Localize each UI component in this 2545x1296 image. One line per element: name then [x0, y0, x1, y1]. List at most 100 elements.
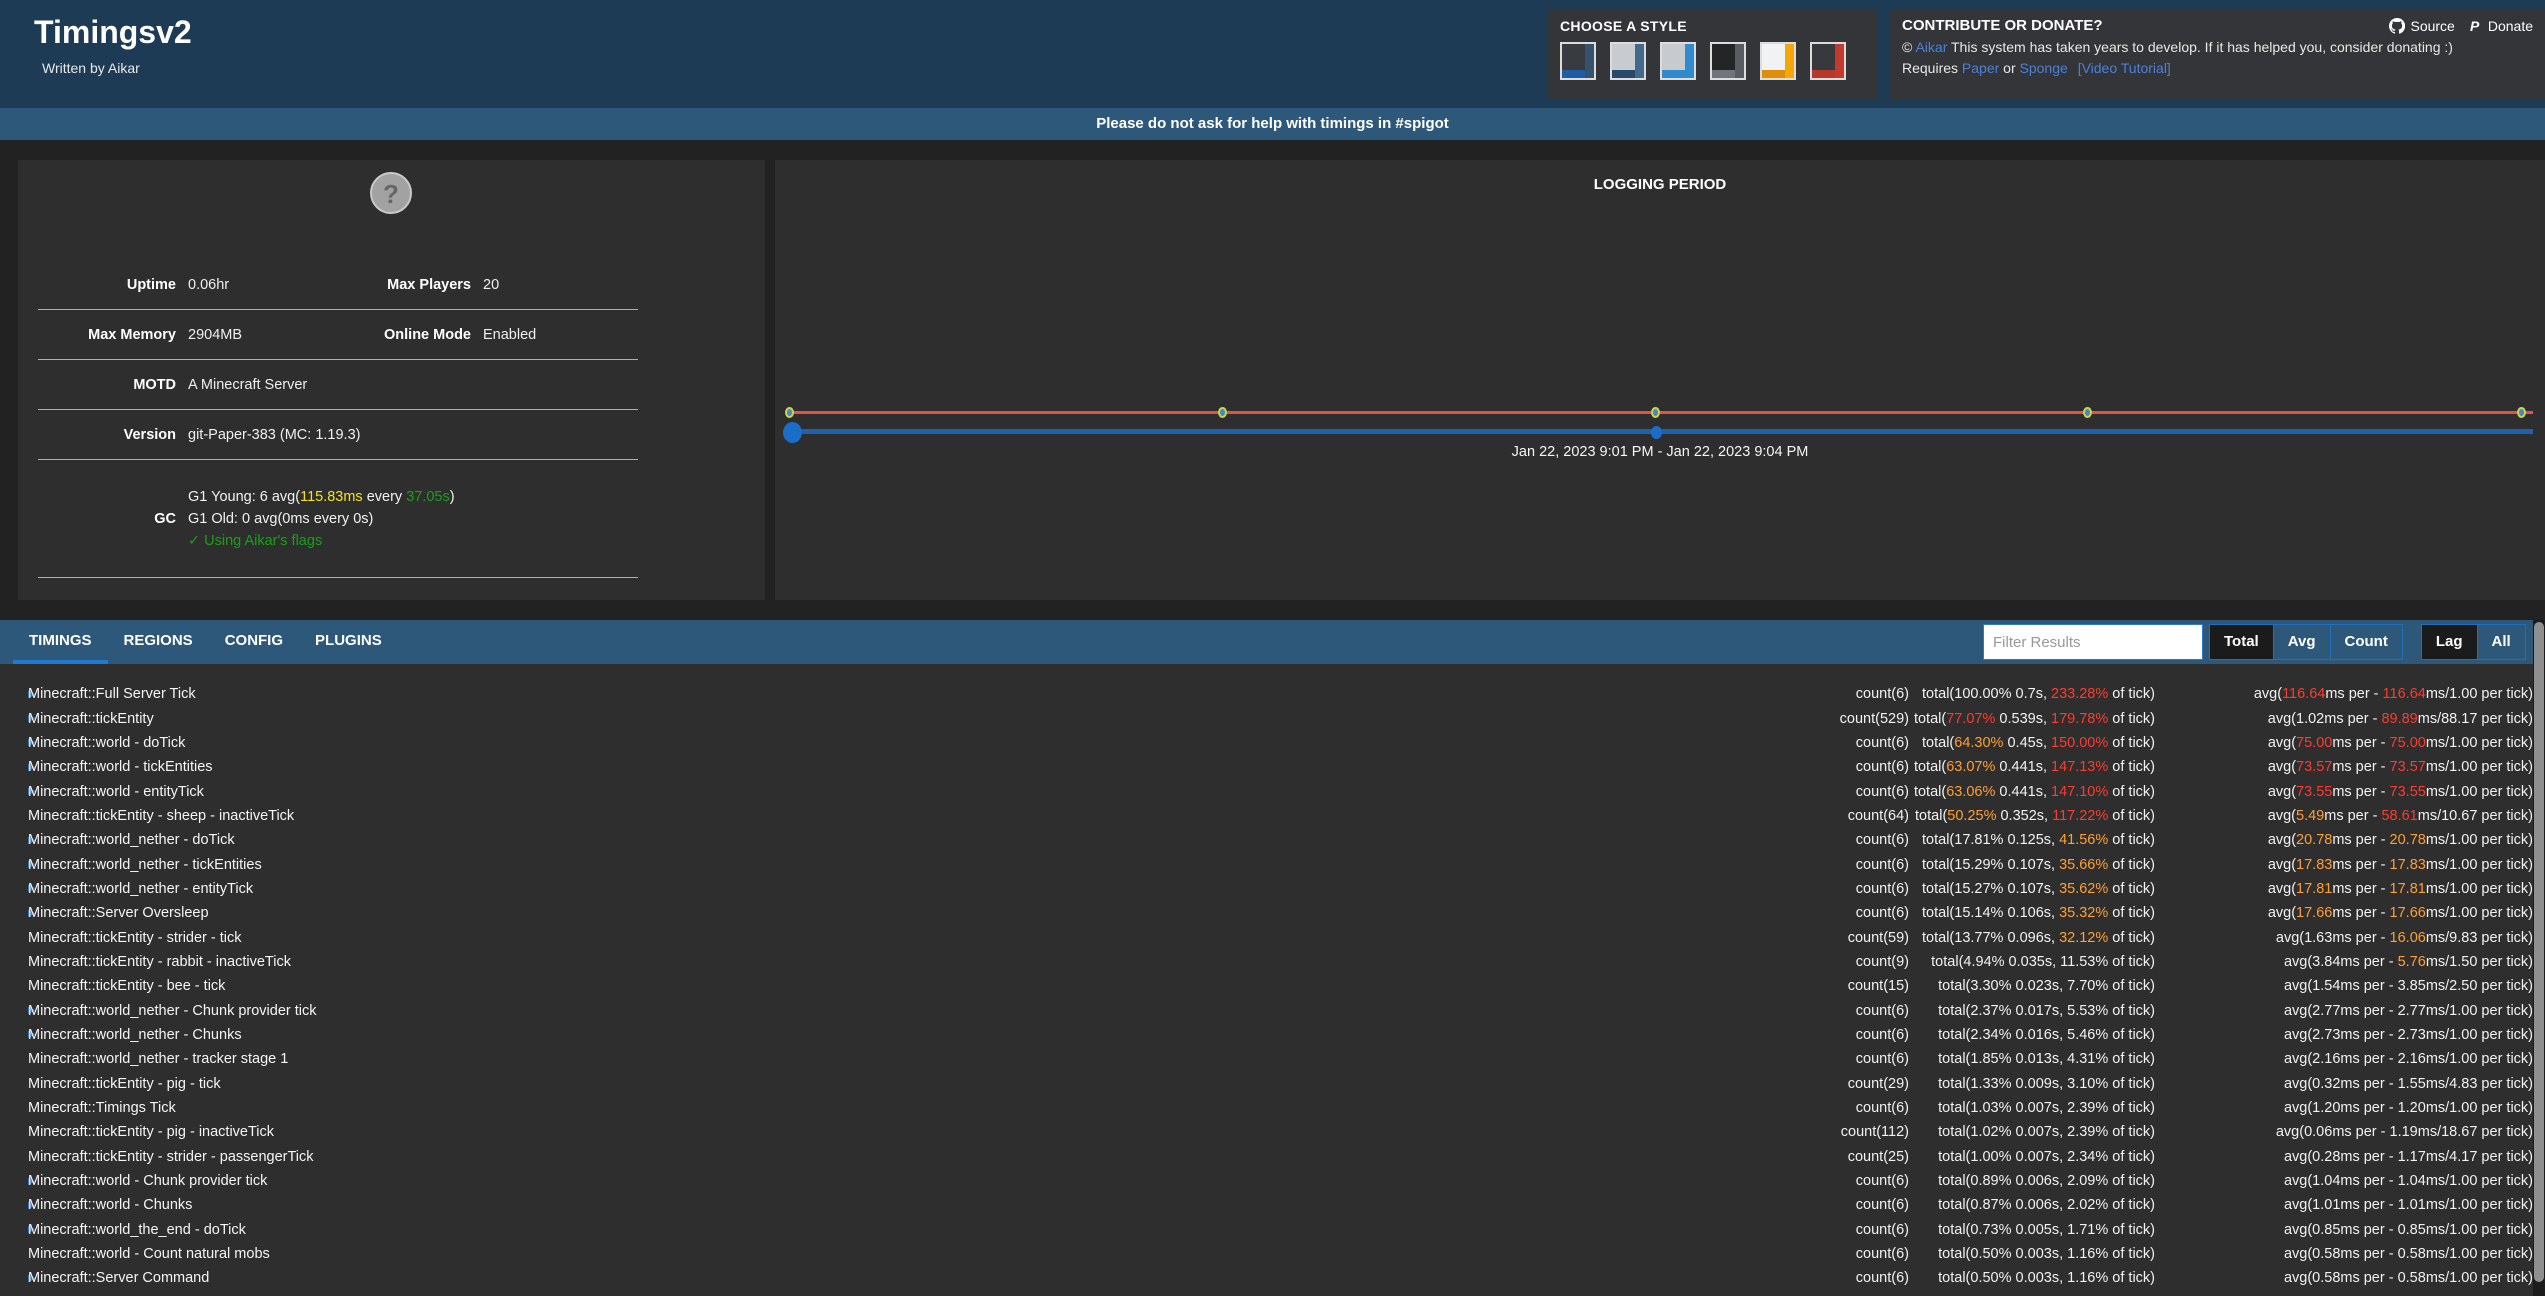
aikar-link[interactable]: Aikar	[1915, 39, 1947, 55]
filter-input[interactable]	[1983, 624, 2203, 660]
timing-name[interactable]: Minecraft::world - tickEntities	[28, 759, 213, 775]
style-swatch-light-orange[interactable]	[1760, 42, 1796, 80]
timing-row[interactable]: ▶Minecraft::Server Oversleepcount(6)tota…	[0, 901, 2545, 925]
timing-name[interactable]: Minecraft::world_nether - entityTick	[28, 881, 253, 897]
donate-box: CONTRIBUTE OR DONATE? Source P Donate © …	[1890, 10, 2545, 100]
timing-row[interactable]: ▶Minecraft::world_nether - doTickcount(6…	[0, 828, 2545, 852]
timing-row[interactable]: Minecraft::tickEntity - strider - passen…	[0, 1145, 2545, 1169]
timing-row[interactable]: ▶Minecraft::world - entityTickcount(6)to…	[0, 779, 2545, 803]
timing-row[interactable]: Minecraft::world_nether - tracker stage …	[0, 1047, 2545, 1071]
expand-arrow-icon[interactable]: ▶	[0, 762, 28, 773]
sort-button-avg[interactable]: Avg	[2273, 624, 2331, 660]
timing-name[interactable]: Minecraft::tickEntity - bee - tick	[28, 978, 225, 994]
sort-button-total[interactable]: Total	[2209, 624, 2274, 660]
timing-total: total(2.37% 0.017s, 5.53% of tick)	[1909, 1003, 2155, 1019]
timing-name[interactable]: Minecraft::world_nether - Chunk provider…	[28, 1003, 317, 1019]
tab-timings[interactable]: TIMINGS	[13, 620, 108, 664]
timing-name[interactable]: Minecraft::tickEntity - pig - inactiveTi…	[28, 1124, 274, 1140]
expand-arrow-icon[interactable]: ▶	[0, 737, 28, 748]
timing-name[interactable]: Minecraft::Full Server Tick	[28, 686, 196, 702]
timing-name[interactable]: Minecraft::world - entityTick	[28, 784, 204, 800]
expand-arrow-icon[interactable]: ▶	[0, 1176, 28, 1187]
timings-list: ▶Minecraft::Full Server Tickcount(6)tota…	[0, 664, 2545, 1296]
timing-count: count(112)	[1729, 1124, 1909, 1140]
expand-arrow-icon[interactable]: ▶	[0, 1029, 28, 1040]
expand-arrow-icon[interactable]: ▶	[0, 1273, 28, 1284]
timing-name[interactable]: Minecraft::world_nether - tracker stage …	[28, 1051, 288, 1067]
sort-button-lag[interactable]: Lag	[2421, 624, 2478, 660]
timing-name[interactable]: Minecraft::tickEntity - strider - passen…	[28, 1149, 314, 1165]
timing-row[interactable]: ▶Minecraft::world_nether - Chunk provide…	[0, 998, 2545, 1022]
style-swatch-dark-blue[interactable]	[1560, 42, 1596, 80]
paypal-icon: P	[2469, 18, 2483, 34]
timing-name[interactable]: Minecraft::world - doTick	[28, 735, 185, 751]
expand-arrow-icon[interactable]: ▶	[0, 689, 28, 700]
timing-name[interactable]: Minecraft::Server Command	[28, 1270, 209, 1286]
expand-arrow-icon[interactable]: ▶	[0, 883, 28, 894]
timing-name[interactable]: Minecraft::Server Oversleep	[28, 905, 209, 921]
tab-config[interactable]: CONFIG	[209, 620, 299, 664]
timing-row[interactable]: ▶Minecraft::world - doTickcount(6)total(…	[0, 731, 2545, 755]
style-swatch-light-blue[interactable]	[1660, 42, 1696, 80]
timing-name[interactable]: Minecraft::world - Count natural mobs	[28, 1246, 270, 1262]
source-link[interactable]: Source	[2389, 18, 2454, 34]
expand-arrow-icon[interactable]: ▶	[0, 1200, 28, 1211]
expand-arrow-icon[interactable]: ▶	[0, 786, 28, 797]
timing-row[interactable]: ▶Minecraft::world - Chunkscount(6)total(…	[0, 1193, 2545, 1217]
timing-row[interactable]: ▶Minecraft::world - tickEntitiescount(6)…	[0, 755, 2545, 779]
donate-link[interactable]: P Donate	[2469, 18, 2533, 34]
timing-name[interactable]: Minecraft::tickEntity - pig - tick	[28, 1076, 221, 1092]
timing-name[interactable]: Minecraft::world_nether - Chunks	[28, 1027, 242, 1043]
expand-arrow-icon[interactable]: ▶	[0, 1005, 28, 1016]
timing-name[interactable]: Minecraft::world - Chunks	[28, 1197, 192, 1213]
expand-arrow-icon[interactable]: ▶	[0, 908, 28, 919]
timing-row[interactable]: ▶Minecraft::world_nether - tickEntitiesc…	[0, 852, 2545, 876]
scrollbar-track[interactable]	[2533, 620, 2545, 1296]
style-swatch-light-navy[interactable]	[1610, 42, 1646, 80]
info-value: A Minecraft Server	[188, 377, 638, 393]
timing-row[interactable]: Minecraft::tickEntity - chicken - tickco…	[0, 1291, 2545, 1296]
style-swatch-dark-red[interactable]	[1810, 42, 1846, 80]
video-tutorial-link[interactable]: [Video Tutorial]	[2078, 60, 2171, 76]
timing-row[interactable]: Minecraft::tickEntity - rabbit - inactiv…	[0, 950, 2545, 974]
expand-arrow-icon[interactable]: ▶	[0, 859, 28, 870]
sponge-link[interactable]: Sponge	[2020, 60, 2068, 76]
timing-row[interactable]: Minecraft::tickEntity - strider - tickco…	[0, 925, 2545, 949]
timing-total: total(15.29% 0.107s, 35.66% of tick)	[1909, 857, 2155, 873]
tab-regions[interactable]: REGIONS	[108, 620, 209, 664]
timing-row[interactable]: ▶Minecraft::world_nether - Chunkscount(6…	[0, 1023, 2545, 1047]
timing-name[interactable]: Minecraft::world_nether - doTick	[28, 832, 235, 848]
timing-name[interactable]: Minecraft::tickEntity - sheep - inactive…	[28, 808, 294, 824]
timing-name[interactable]: Minecraft::world_nether - tickEntities	[28, 857, 262, 873]
timing-row[interactable]: ▶Minecraft::Server Commandcount(6)total(…	[0, 1266, 2545, 1290]
expand-arrow-icon[interactable]: ▶	[0, 713, 28, 724]
timing-row[interactable]: Minecraft::tickEntity - sheep - inactive…	[0, 804, 2545, 828]
timing-name[interactable]: Minecraft::tickEntity - strider - tick	[28, 930, 242, 946]
timing-name[interactable]: Minecraft::world - Chunk provider tick	[28, 1173, 267, 1189]
timing-name[interactable]: Minecraft::tickEntity - rabbit - inactiv…	[28, 954, 291, 970]
timing-row[interactable]: ▶Minecraft::tickEntitycount(529)total(77…	[0, 706, 2545, 730]
timing-row[interactable]: ▶Minecraft::world_nether - entityTickcou…	[0, 877, 2545, 901]
paper-link[interactable]: Paper	[1962, 60, 1999, 76]
timing-row[interactable]: ▶Minecraft::world - Chunk provider tickc…	[0, 1169, 2545, 1193]
timing-row[interactable]: ▶Minecraft::world_the_end - doTickcount(…	[0, 1218, 2545, 1242]
sort-button-count[interactable]: Count	[2330, 624, 2403, 660]
scrollbar-thumb[interactable]	[2534, 622, 2544, 1282]
style-swatch-black-gray[interactable]	[1710, 42, 1746, 80]
timing-row[interactable]: Minecraft::world - Count natural mobscou…	[0, 1242, 2545, 1266]
timing-row[interactable]: ▶Minecraft::Full Server Tickcount(6)tota…	[0, 682, 2545, 706]
timing-row[interactable]: Minecraft::Timings Tickcount(6)total(1.0…	[0, 1096, 2545, 1120]
timing-row[interactable]: Minecraft::tickEntity - bee - tickcount(…	[0, 974, 2545, 998]
expand-arrow-icon[interactable]: ▶	[0, 835, 28, 846]
timing-avg: avg(0.58ms per - 0.58ms/1.00 per tick)	[2155, 1270, 2533, 1286]
timing-count: count(529)	[1729, 711, 1909, 727]
timing-avg: avg(1.04ms per - 1.04ms/1.00 per tick)	[2155, 1173, 2533, 1189]
sort-button-all[interactable]: All	[2477, 624, 2526, 660]
timing-name[interactable]: Minecraft::Timings Tick	[28, 1100, 176, 1116]
expand-arrow-icon[interactable]: ▶	[0, 1224, 28, 1235]
tab-plugins[interactable]: PLUGINS	[299, 620, 398, 664]
timing-name[interactable]: Minecraft::world_the_end - doTick	[28, 1222, 246, 1238]
timing-name[interactable]: Minecraft::tickEntity	[28, 711, 154, 727]
timing-row[interactable]: Minecraft::tickEntity - pig - tickcount(…	[0, 1072, 2545, 1096]
timing-row[interactable]: Minecraft::tickEntity - pig - inactiveTi…	[0, 1120, 2545, 1144]
